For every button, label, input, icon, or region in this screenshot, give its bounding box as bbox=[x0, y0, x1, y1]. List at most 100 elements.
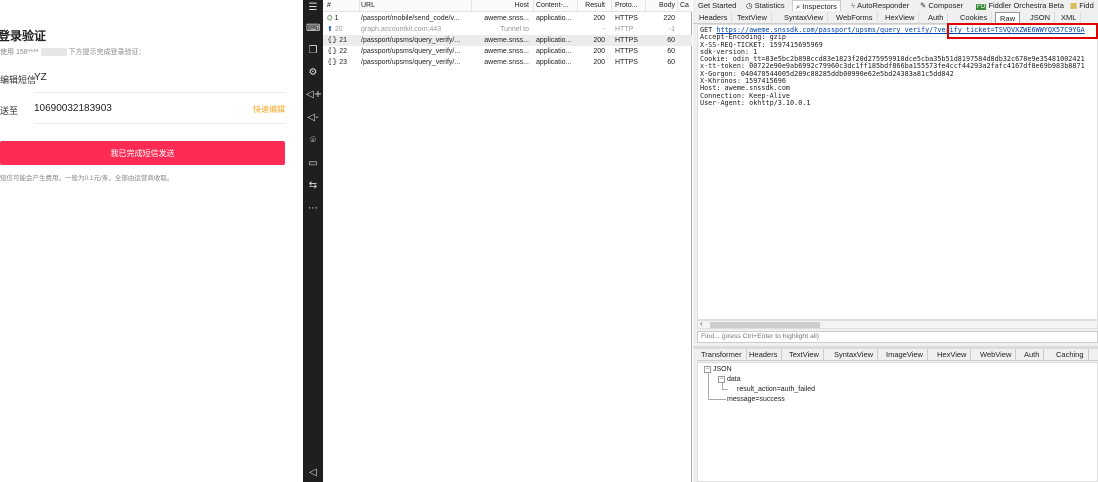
session-host: Tunnel to bbox=[500, 26, 529, 33]
tab-label: Composer bbox=[928, 1, 963, 10]
session-host: aweme.snss... bbox=[484, 48, 529, 55]
resp-tab-caching[interactable]: Caching bbox=[1052, 349, 1089, 361]
tab-inspectors[interactable]: ⌕ Inspectors bbox=[792, 0, 841, 11]
volume-up-icon[interactable]: ◁+ bbox=[306, 88, 322, 102]
column-url[interactable]: URL bbox=[361, 0, 473, 11]
quick-edit-link[interactable]: 快速编辑 bbox=[253, 104, 285, 115]
resp-tab-imageview[interactable]: ImageView bbox=[882, 349, 928, 361]
tab-get-started[interactable]: Get Started bbox=[695, 0, 739, 11]
req-tab-textview[interactable]: TextView bbox=[733, 12, 772, 24]
resp-tab-syntaxview[interactable]: SyntaxView bbox=[830, 349, 879, 361]
resp-tab-headers[interactable]: Headers bbox=[745, 349, 783, 361]
horizontal-scrollbar[interactable]: ‹ bbox=[697, 319, 1098, 329]
json-leaf-message[interactable]: message=success bbox=[727, 395, 785, 404]
collapse-icon[interactable]: − bbox=[704, 365, 711, 373]
resp-tab-auth[interactable]: Auth bbox=[1020, 349, 1045, 361]
session-number: ⦃⦄ 23 bbox=[327, 57, 361, 68]
json-leaf-result-action[interactable]: result_action=auth_failed bbox=[737, 385, 815, 394]
req-tab-webforms[interactable]: WebForms bbox=[832, 12, 878, 24]
session-result: - bbox=[602, 26, 605, 33]
session-content-type: applicatio... bbox=[536, 48, 572, 55]
more-icon[interactable]: ⋯ bbox=[306, 202, 320, 216]
req-tab-hexview[interactable]: HexView bbox=[881, 12, 920, 24]
column-caching[interactable]: Ca bbox=[680, 0, 692, 11]
session-result: 200 bbox=[593, 15, 605, 22]
inspectors-panel: Get Started ◷ Statistics ⌕ Inspectors ϟ … bbox=[693, 0, 1098, 482]
tab-label: Fiddler Orchestra Beta bbox=[988, 1, 1064, 10]
column-result[interactable]: Result bbox=[581, 0, 605, 11]
column-content-type[interactable]: Content-... bbox=[536, 0, 576, 11]
resp-tab-transformer[interactable]: Transformer bbox=[697, 349, 747, 361]
session-host: aweme.snss... bbox=[484, 37, 529, 44]
raw-request-text[interactable]: GET https://aweme.snssdk.com/passport/up… bbox=[697, 24, 1098, 320]
device-toolbar: ☰ ⌨ ❐ ⚙ ◁+ ◁- ⌾ ▭ ⇆ ⋯ ◁ bbox=[303, 0, 323, 482]
session-row[interactable]: ⦃⦄ 21 /passport/upsms/query_verify/... a… bbox=[323, 35, 692, 46]
session-result: 200 bbox=[593, 59, 605, 66]
subtitle-suffix: 下方提示完成登录验证： bbox=[68, 49, 146, 56]
session-row[interactable]: ⛭ 1 /passport/mobile/send_code/v... awem… bbox=[323, 13, 692, 24]
send-to-number: 10690032183903 bbox=[34, 103, 112, 114]
json-icon: ⛭ bbox=[327, 15, 333, 22]
list-icon[interactable]: ☰ bbox=[306, 1, 320, 15]
resp-tab-textview[interactable]: TextView bbox=[785, 349, 824, 361]
sms-content-value: YZ bbox=[34, 72, 47, 83]
column-number[interactable]: # bbox=[327, 0, 361, 11]
tab-fiddler-orchestra[interactable]: FO Fiddler Orchestra Beta bbox=[973, 0, 1067, 11]
json-icon: ⦃⦄ bbox=[327, 59, 338, 66]
location-icon[interactable]: ⌾ bbox=[306, 134, 320, 148]
folder-icon[interactable]: ▭ bbox=[306, 157, 320, 171]
header-line: X-SS-REQ-TICKET: 1597415695969 bbox=[700, 40, 823, 49]
gear-icon[interactable]: ⚙ bbox=[306, 66, 320, 80]
session-number: ⦃⦄ 22 bbox=[327, 46, 361, 57]
session-protocol: HTTPS bbox=[615, 48, 638, 55]
session-id: 21 bbox=[339, 37, 348, 44]
sessions-header: # URL Host Content-... Result Proto... B… bbox=[323, 0, 692, 12]
script-icon: ▦ bbox=[1070, 1, 1078, 10]
column-host[interactable]: Host bbox=[473, 0, 529, 11]
resp-tab-webview[interactable]: WebView bbox=[976, 349, 1017, 361]
column-body[interactable]: Body bbox=[647, 0, 675, 11]
session-row[interactable]: ⬆ 20 graph.accountkit.com:443 Tunnel to … bbox=[323, 24, 692, 35]
tab-fiddler-script[interactable]: ▦ Fidd bbox=[1067, 0, 1097, 11]
volume-down-icon[interactable]: ◁- bbox=[306, 111, 320, 125]
session-url: /passport/upsms/query_verify/... bbox=[361, 59, 461, 66]
keyboard-icon[interactable]: ⌨ bbox=[306, 22, 320, 36]
scroll-left-icon[interactable]: ‹ bbox=[700, 319, 703, 328]
column-protocol[interactable]: Proto... bbox=[615, 0, 645, 11]
session-row[interactable]: ⦃⦄ 22 /passport/upsms/query_verify/... a… bbox=[323, 46, 692, 57]
session-url: /passport/upsms/query_verify/... bbox=[361, 48, 461, 55]
header-line: User-Agent: okhttp/3.10.0.1 bbox=[700, 98, 811, 107]
session-row[interactable]: ⦃⦄ 23 /passport/upsms/query_verify/... a… bbox=[323, 57, 692, 68]
resp-tab-hexview[interactable]: HexView bbox=[933, 349, 972, 361]
session-body: -1 bbox=[668, 26, 675, 33]
tab-autoresponder[interactable]: ϟ AutoResponder bbox=[848, 0, 912, 11]
tab-composer[interactable]: ✎ Composer bbox=[917, 0, 966, 11]
find-input[interactable]: Find... (press Ctrl+Enter to highlight a… bbox=[697, 331, 1098, 343]
session-body: 60 bbox=[667, 48, 675, 55]
session-id: 20 bbox=[334, 26, 343, 33]
highlight-annotation-box bbox=[947, 23, 1098, 39]
session-url: /passport/upsms/query_verify/... bbox=[361, 37, 461, 44]
scrollbar-thumb[interactable] bbox=[710, 322, 820, 328]
req-tab-syntaxview[interactable]: SyntaxView bbox=[780, 12, 829, 24]
session-number: ⛭ 1 bbox=[327, 13, 361, 24]
session-host: aweme.snss... bbox=[484, 59, 529, 66]
session-content-type: applicatio... bbox=[536, 15, 572, 22]
tab-label: Inspectors bbox=[802, 2, 837, 11]
session-number: ⦃⦄ 21 bbox=[327, 35, 361, 46]
json-tree-view: − JSON − data result_action=auth_failed me… bbox=[697, 362, 1098, 482]
collapse-icon[interactable]: − bbox=[718, 375, 725, 383]
tab-statistics[interactable]: ◷ Statistics bbox=[743, 0, 788, 11]
json-data-node[interactable]: − data bbox=[718, 375, 741, 384]
phone-screen: 登录验证 使用 158**** 下方提示完成登录验证： 编辑短信 YZ 送至 10… bbox=[0, 0, 303, 482]
node-label: JSON bbox=[713, 366, 732, 373]
copy-icon[interactable]: ❐ bbox=[306, 44, 320, 58]
back-icon[interactable]: ◁ bbox=[306, 466, 320, 480]
json-root-node[interactable]: − JSON bbox=[704, 365, 732, 374]
confirm-sms-sent-button[interactable]: 我已完成短信发送 bbox=[0, 141, 285, 165]
req-tab-headers[interactable]: Headers bbox=[695, 12, 733, 24]
screen-icon[interactable]: ⇆ bbox=[306, 179, 320, 193]
req-tab-auth[interactable]: Auth bbox=[924, 12, 949, 24]
session-protocol: HTTPS bbox=[615, 59, 638, 66]
inspect-icon: ⌕ bbox=[796, 2, 801, 11]
